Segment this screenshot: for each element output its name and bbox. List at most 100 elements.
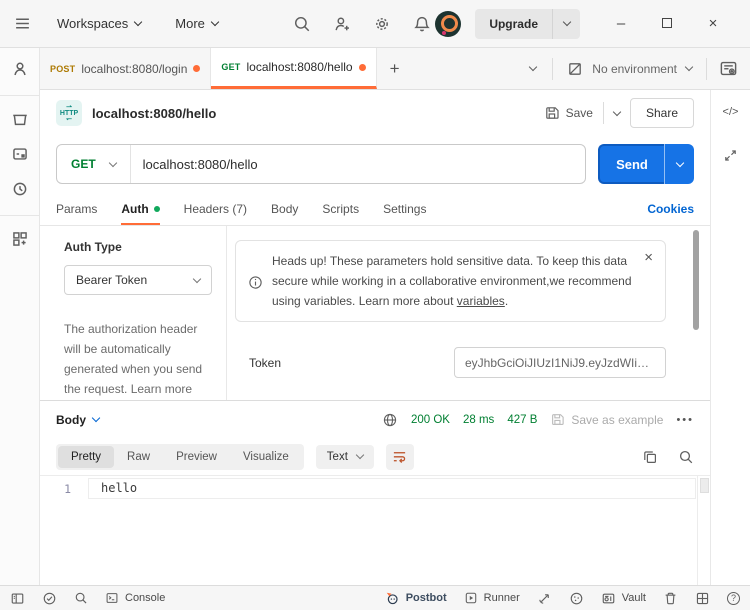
http-protocol-icon: ⇀ HTTP ↽ [56,100,82,126]
tab-body[interactable]: Body [271,192,298,225]
user-avatar[interactable] [435,11,461,37]
tab-settings[interactable]: Settings [383,192,426,225]
close-button[interactable]: × [690,15,736,32]
scrollbar-thumb[interactable] [700,478,709,493]
trash-icon[interactable] [663,591,678,606]
view-tab-visualize[interactable]: Visualize [230,446,302,468]
auth-scrollbar[interactable] [693,230,699,330]
vault-button[interactable]: Vault [601,591,646,606]
token-row: Token [235,347,666,378]
save-button[interactable]: Save [544,105,593,121]
status-code[interactable]: 200 OK [411,414,450,426]
sidebar-user-icon[interactable] [11,60,29,78]
request-tab-bar: POST localhost:8080/login GET localhost:… [40,48,750,90]
response-body-editor[interactable]: 1 hello [40,475,710,585]
callout-close-icon[interactable]: × [644,251,653,311]
chevron-down-icon [562,18,570,26]
workspaces-menu[interactable]: Workspaces [57,16,141,31]
network-globe-icon[interactable] [382,412,398,428]
upgrade-button[interactable]: Upgrade [475,9,580,39]
view-tab-preview[interactable]: Preview [163,446,230,468]
code-snippet-icon[interactable]: </> [723,106,739,118]
save-as-example-button[interactable]: Save as example [550,412,663,427]
environment-selector[interactable]: No environment [553,48,706,89]
expand-panel-icon[interactable] [723,148,738,163]
request-section-tabs: Params Auth Headers (7) Body Scripts Set… [40,192,710,226]
save-floppy-icon [544,105,560,121]
url-input[interactable] [131,157,585,172]
view-tab-pretty[interactable]: Pretty [58,446,114,468]
upgrade-dropdown[interactable] [552,9,580,39]
divider [603,102,604,124]
send-options-chevron[interactable] [664,144,694,184]
split-panes-icon[interactable] [695,591,710,606]
share-button[interactable]: Share [630,98,694,128]
hamburger-menu-icon[interactable] [14,15,31,32]
auth-configured-dot-icon [154,206,160,212]
capture-requests-icon[interactable] [537,591,552,606]
settings-gear-icon[interactable] [373,15,391,33]
view-tab-raw[interactable]: Raw [114,446,163,468]
invite-user-icon[interactable] [333,15,351,33]
send-button[interactable]: Send [598,144,664,184]
environment-quick-look-icon[interactable] [707,48,750,89]
cookies-icon[interactable] [569,591,584,606]
sidebar-more-blocks-icon[interactable] [11,230,29,248]
status-bar: Console Postbot Runner [0,585,750,610]
response-scrollbar[interactable] [697,476,710,585]
sidebar-history-icon[interactable] [11,180,29,198]
wrap-lines-button[interactable] [386,444,414,470]
postbot-icon [385,591,400,606]
find-icon[interactable] [74,591,88,605]
help-icon[interactable]: ? [727,592,740,605]
response-more-actions[interactable]: ••• [676,414,694,426]
runner-icon [464,591,478,605]
rail-divider [0,215,39,216]
runner-button[interactable]: Runner [464,591,520,605]
maximize-icon [662,18,672,28]
request-tab-hello-active[interactable]: GET localhost:8080/hello [211,48,376,89]
format-selector[interactable]: Text [316,445,374,469]
chevron-down-icon [92,414,100,422]
tab-overflow-chevron[interactable] [514,48,552,89]
tab-headers[interactable]: Headers (7) [184,192,247,225]
arrow-left-glyph: ↽ [66,117,72,122]
response-size[interactable]: 427 B [507,414,537,426]
main-column: POST localhost:8080/login GET localhost:… [40,48,750,585]
request-tab-login[interactable]: POST localhost:8080/login [40,48,211,89]
postbot-button[interactable]: Postbot [385,591,447,606]
copy-icon[interactable] [642,449,658,465]
response-body-selector[interactable]: Body [56,413,99,427]
vault-icon [601,591,616,606]
save-dropdown-chevron[interactable] [614,112,620,115]
chevron-down-icon [211,18,219,26]
sidebar-collections-icon[interactable] [11,110,29,128]
response-time[interactable]: 28 ms [463,414,494,426]
toggle-sidebar-icon[interactable] [10,591,25,606]
auth-type-select[interactable]: Bearer Token [64,265,212,295]
method-selector[interactable]: GET [57,157,130,171]
auth-type-label: Auth Type [64,240,212,254]
new-tab-button[interactable]: + [377,48,413,89]
header-icons [293,15,431,33]
chevron-down-icon [685,63,693,71]
tab-params[interactable]: Params [56,192,97,225]
search-response-icon[interactable] [678,449,694,465]
more-menu[interactable]: More [175,16,218,31]
notifications-bell-icon[interactable] [413,15,431,33]
token-input[interactable] [454,347,666,378]
search-icon[interactable] [293,15,311,33]
no-environment-icon [567,61,583,77]
check-circle-icon[interactable] [42,591,57,606]
tab-scripts[interactable]: Scripts [322,192,359,225]
variables-link[interactable]: variables [457,294,505,308]
tab-auth[interactable]: Auth [121,192,159,225]
console-label: Console [125,592,165,604]
maximize-button[interactable] [644,15,690,32]
minimize-button[interactable]: – [598,15,644,32]
callout-text: Heads up! These parameters hold sensitiv… [272,254,632,308]
console-button[interactable]: Console [105,591,165,605]
sidebar-environments-icon[interactable] [11,145,29,163]
right-sidebar-rail: </> [710,90,750,585]
cookies-link[interactable]: Cookies [647,202,694,216]
